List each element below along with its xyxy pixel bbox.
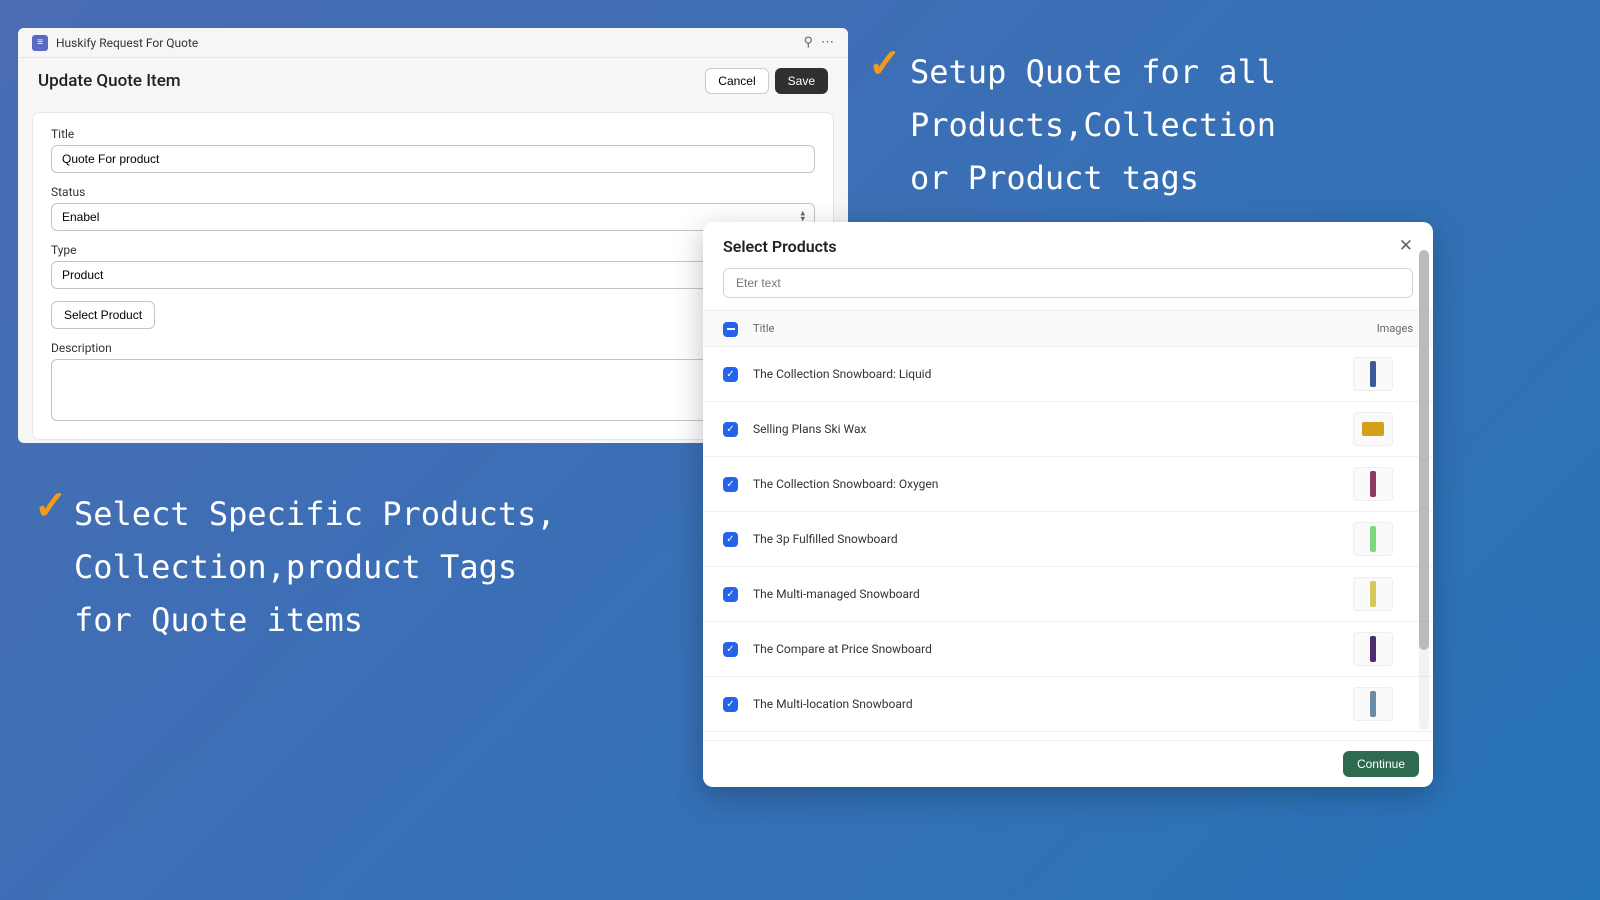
select-product-button[interactable]: Select Product xyxy=(51,301,155,329)
title-label: Title xyxy=(51,127,815,141)
product-title: The Multi-managed Snowboard xyxy=(753,587,1353,601)
product-thumbnail xyxy=(1353,467,1393,501)
product-row[interactable]: ✓ Selling Plans Ski Wax xyxy=(703,402,1433,457)
app-name: Huskify Request For Quote xyxy=(56,36,198,50)
table-head: Title Images xyxy=(703,311,1433,347)
panel-title-bar: Update Quote Item Cancel Save xyxy=(18,58,848,102)
description-input[interactable] xyxy=(51,359,815,421)
modal-title: Select Products xyxy=(723,237,837,256)
header-title: Title xyxy=(753,322,1353,335)
product-thumbnail xyxy=(1353,522,1393,556)
search-input[interactable] xyxy=(723,268,1413,298)
panel-header: ≡ Huskify Request For Quote ⚲ ⋯ xyxy=(18,28,848,58)
type-input[interactable] xyxy=(51,261,711,289)
status-label: Status xyxy=(51,185,815,199)
product-title: Selling Plans Ski Wax xyxy=(753,422,1353,436)
checkmark-icon: ✓ xyxy=(868,40,902,87)
cancel-button[interactable]: Cancel xyxy=(705,68,768,94)
product-checkbox[interactable]: ✓ xyxy=(723,477,738,492)
product-title: The Collection Snowboard: Liquid xyxy=(753,367,1353,381)
product-checkbox[interactable]: ✓ xyxy=(723,532,738,547)
modal-header: Select Products ✕ xyxy=(703,222,1433,268)
product-table: Title Images ✓ The Collection Snowboard: … xyxy=(703,310,1433,740)
marketing-text-2: Select Specific Products, Collection,pro… xyxy=(74,488,674,646)
product-checkbox[interactable]: ✓ xyxy=(723,587,738,602)
product-thumbnail xyxy=(1353,632,1393,666)
product-checkbox[interactable]: ✓ xyxy=(723,422,738,437)
description-label: Description xyxy=(51,341,815,355)
modal-search xyxy=(703,268,1433,310)
product-row[interactable]: ✓ The Multi-managed Snowboard xyxy=(703,567,1433,622)
product-thumbnail xyxy=(1353,687,1393,721)
product-row[interactable]: ✓ The 3p Fulfilled Snowboard xyxy=(703,512,1433,567)
checkmark-icon: ✓ xyxy=(34,482,68,529)
header-images: Images xyxy=(1353,322,1413,335)
product-row[interactable]: ✓ The Collection Snowboard: Oxygen xyxy=(703,457,1433,512)
product-row[interactable]: ✓ The Multi-location Snowboard xyxy=(703,677,1433,732)
product-row[interactable]: ✓ The Compare at Price Snowboard xyxy=(703,622,1433,677)
status-select[interactable] xyxy=(51,203,815,231)
modal-scrollbar[interactable] xyxy=(1419,250,1429,730)
product-thumbnail xyxy=(1353,412,1393,446)
more-icon[interactable]: ⋯ xyxy=(821,35,834,50)
select-products-modal: Select Products ✕ Title Images ✓ The Coll… xyxy=(703,222,1433,787)
type-label: Type xyxy=(51,243,815,257)
pin-icon[interactable]: ⚲ xyxy=(803,35,813,50)
product-title: The Collection Snowboard: Oxygen xyxy=(753,477,1353,491)
title-input[interactable] xyxy=(51,145,815,173)
close-icon[interactable]: ✕ xyxy=(1399,236,1413,256)
product-checkbox[interactable]: ✓ xyxy=(723,367,738,382)
product-checkbox[interactable]: ✓ xyxy=(723,642,738,657)
page-title: Update Quote Item xyxy=(38,71,181,91)
marketing-text-1: Setup Quote for all Products,Collection … xyxy=(910,46,1440,204)
product-title: The Compare at Price Snowboard xyxy=(753,642,1353,656)
app-icon: ≡ xyxy=(32,35,48,51)
continue-button[interactable]: Continue xyxy=(1343,751,1419,777)
product-thumbnail xyxy=(1353,577,1393,611)
product-row[interactable]: ✓The Inventory Not Tracked Snowboard xyxy=(703,732,1433,741)
product-row[interactable]: ✓ The Collection Snowboard: Liquid xyxy=(703,347,1433,402)
product-checkbox[interactable]: ✓ xyxy=(723,697,738,712)
product-thumbnail xyxy=(1353,357,1393,391)
product-title: The Multi-location Snowboard xyxy=(753,697,1353,711)
product-title: The 3p Fulfilled Snowboard xyxy=(753,532,1353,546)
select-all-checkbox[interactable] xyxy=(723,322,738,337)
save-button[interactable]: Save xyxy=(775,68,828,94)
modal-footer: Continue xyxy=(703,740,1433,787)
